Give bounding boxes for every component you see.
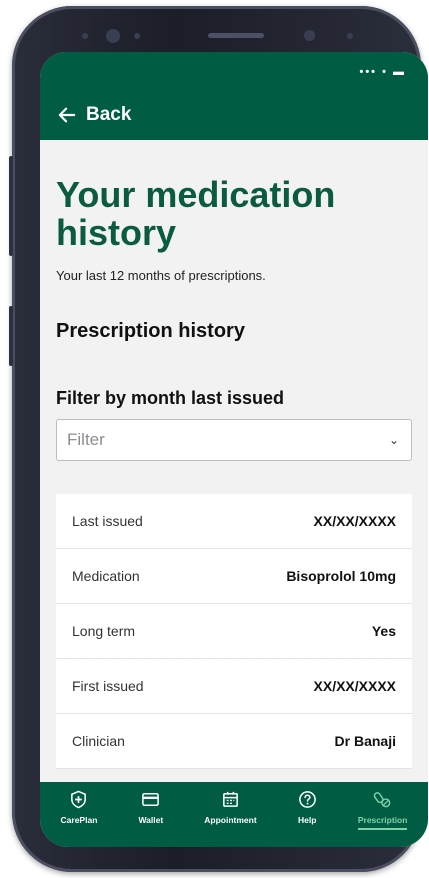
detail-value: Yes — [371, 623, 396, 639]
app-header: ••• • ▬ Back — [40, 52, 428, 140]
detail-value: XX/XX/XXXX — [313, 513, 396, 529]
arrow-left-icon — [58, 107, 76, 123]
nav-item-careplan[interactable]: CarePlan — [60, 790, 98, 825]
side-button — [9, 156, 13, 256]
camera-lens — [106, 29, 120, 43]
detail-row: First issued XX/XX/XXXX — [56, 659, 412, 714]
side-button — [9, 306, 13, 366]
filter-value: Filter — [67, 430, 105, 449]
phone-frame: ••• • ▬ Back Your medication history You… — [9, 6, 428, 872]
bottom-navigation: CarePlan Wallet Appointment Help Prescri… — [40, 782, 428, 847]
pills-icon — [373, 792, 391, 808]
detail-row: Clinician Dr Banaji — [56, 714, 412, 769]
nav-label: Appointment — [204, 815, 257, 825]
card-icon — [142, 793, 160, 806]
back-button[interactable]: Back — [58, 104, 131, 126]
nav-label: CarePlan — [60, 815, 98, 825]
camera-bar — [72, 26, 382, 48]
page-title: Your medication history — [56, 174, 336, 253]
shield-plus-icon — [71, 790, 87, 809]
detail-value: Bisoprolol 10mg — [286, 568, 396, 584]
page-subtitle: Your last 12 months of prescriptions. — [56, 268, 266, 283]
detail-key: Clinician — [72, 733, 125, 749]
help-icon — [298, 791, 316, 808]
main-content: Your medication history Your last 12 mon… — [56, 140, 412, 769]
sensor-dot — [347, 33, 353, 39]
nav-label: Wallet — [138, 815, 164, 825]
detail-row: Last issued XX/XX/XXXX — [56, 494, 412, 549]
filter-label: Filter by month last issued — [56, 388, 285, 408]
speaker-grille — [208, 33, 264, 38]
detail-row: Long term Yes — [56, 604, 412, 659]
calendar-icon — [223, 791, 238, 807]
detail-key: Last issued — [72, 513, 143, 529]
chevron-down-icon: ⌄ — [388, 433, 399, 447]
camera-lens — [304, 30, 315, 41]
phone-screen: ••• • ▬ Back Your medication history You… — [40, 52, 428, 847]
section-title: Prescription history — [56, 320, 245, 342]
prescription-card: Last issued XX/XX/XXXX Medication Bisopr… — [56, 494, 412, 769]
filter-dropdown[interactable]: Filter ⌄ — [56, 419, 412, 461]
status-bar-icons: ••• • ▬ — [359, 66, 406, 78]
sensor-dot — [82, 33, 88, 39]
nav-item-help[interactable]: Help — [298, 790, 317, 825]
nav-label: Help — [298, 815, 317, 825]
detail-key: Long term — [72, 623, 136, 639]
back-label: Back — [86, 104, 132, 125]
nav-item-wallet[interactable]: Wallet — [138, 790, 163, 825]
detail-value: XX/XX/XXXX — [313, 678, 396, 694]
detail-value: Dr Banaji — [334, 733, 396, 749]
sensor-dot — [134, 33, 140, 39]
nav-item-appointment[interactable]: Appointment — [204, 790, 257, 825]
detail-key: First issued — [72, 678, 144, 694]
nav-item-prescription[interactable]: Prescription — [357, 790, 408, 830]
nav-label: Prescription — [357, 815, 408, 825]
detail-row: Medication Bisoprolol 10mg — [56, 549, 412, 604]
detail-key: Medication — [72, 568, 140, 584]
